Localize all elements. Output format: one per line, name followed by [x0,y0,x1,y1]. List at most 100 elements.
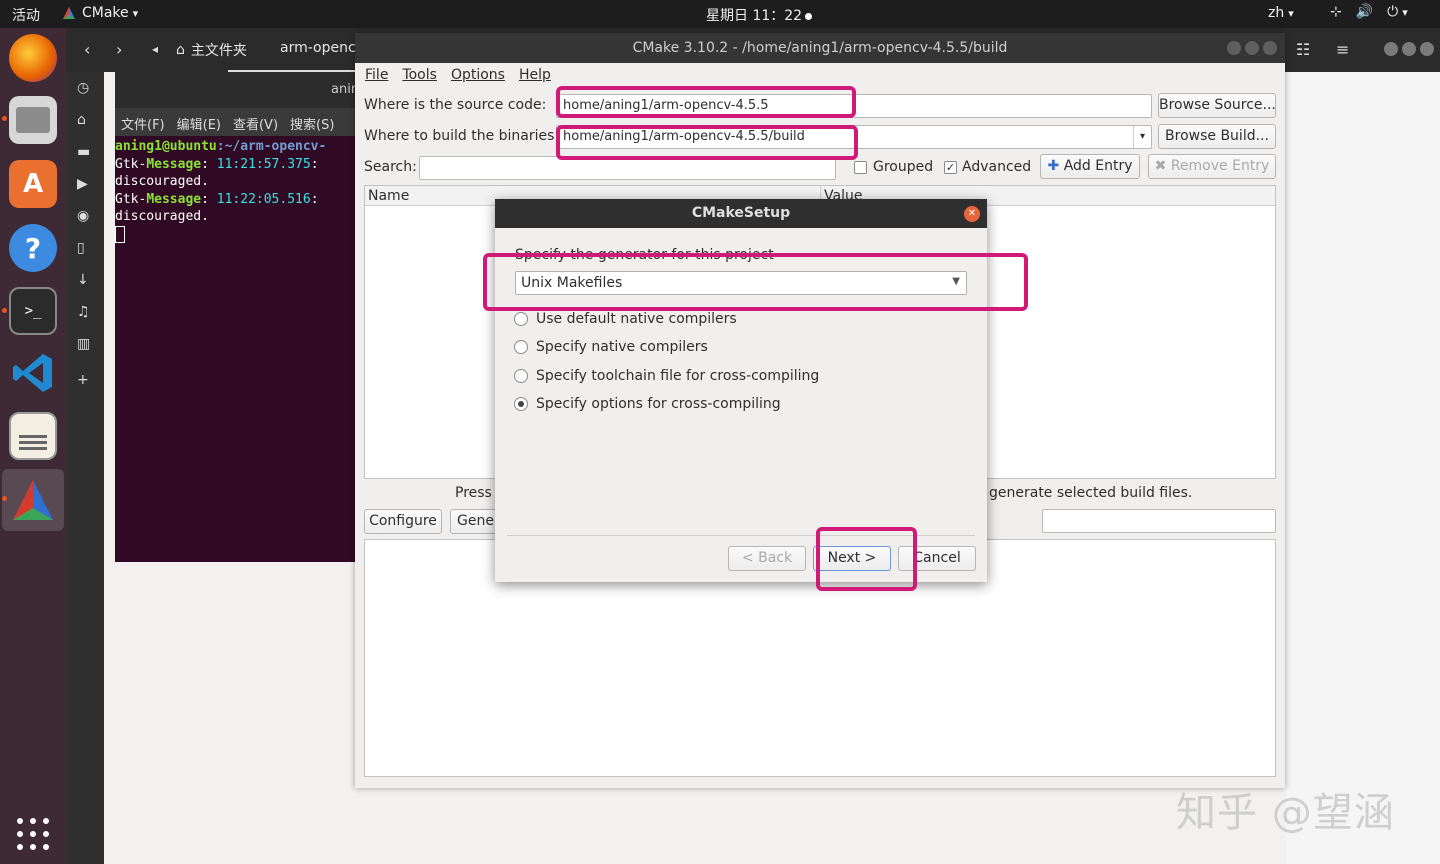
cmake-menubar: File Tools Options Help [355,63,1285,87]
recent-icon[interactable]: ◷ [77,80,89,96]
terminal-icon[interactable]: >_ [9,287,57,335]
cmake-titlebar: CMake 3.10.2 - /home/aning1/arm-opencv-4… [355,33,1285,63]
window-controls[interactable] [1380,42,1434,60]
firefox-icon[interactable] [9,34,57,82]
home-label: 主文件夹 [190,43,247,59]
status-text-right: generate selected build files. [989,485,1193,501]
close-icon[interactable] [1420,42,1434,56]
dialog-title: CMakeSetup [691,205,791,221]
grouped-checkbox[interactable] [854,161,867,174]
configure-button[interactable]: Configure [364,509,442,534]
home-icon[interactable]: ⌂ [77,112,86,128]
add-icon: ✚ [1047,158,1060,174]
power-icon: ⏻ [1387,4,1408,20]
input-method[interactable]: zh [1268,5,1294,21]
remove-icon: ✖ [1154,158,1167,174]
trash-icon[interactable]: ▥ [77,336,90,352]
app-menu[interactable]: CMake [62,5,138,21]
forward-icon[interactable]: › [116,40,122,59]
terminal-window[interactable]: anin 文件(F) 编辑(E) 查看(V) 搜索(S) aning1@ubun… [115,72,375,562]
file-manager-content [1286,72,1440,864]
maximize-icon[interactable] [1245,41,1259,55]
dock: A ? >_ [0,28,66,864]
radio-toolchain-file[interactable]: Specify toolchain file for cross-compili… [514,368,819,384]
chevron-down-icon[interactable]: ▾ [1133,126,1151,148]
cmake-icon[interactable] [9,476,57,524]
terminal-output: aning1@ubuntu:~/arm-opencv- Gtk-Message:… [115,138,375,243]
cmake-window-title: CMake 3.10.2 - /home/aning1/arm-opencv-4… [632,40,1008,56]
vscode-icon[interactable] [9,349,57,397]
menu-tools[interactable]: Tools [402,67,437,83]
menu-icon[interactable]: ≡ [1336,40,1349,59]
browse-build-button[interactable]: Browse Build... [1158,124,1276,149]
source-label: Where is the source code: [364,97,547,113]
browse-source-button[interactable]: Browse Source... [1158,93,1276,118]
running-indicator [2,496,7,501]
menu-options[interactable]: Options [451,67,505,83]
add-entry-button[interactable]: ✚ Add Entry [1040,154,1140,179]
menu-help[interactable]: Help [519,67,551,83]
path-crumb[interactable]: arm-opencv [280,40,364,56]
terminal-menu-view[interactable]: 查看(V) [233,114,278,133]
remove-entry-label: Remove Entry [1170,158,1270,174]
window-controls [1227,41,1277,55]
build-label: Where to build the binaries: [364,128,560,144]
camera-icon[interactable]: ◉ [77,208,89,224]
running-indicator [2,116,7,121]
radio-default-compilers[interactable]: Use default native compilers [514,311,737,327]
progress-field [1042,509,1276,533]
radio-button-selected[interactable] [514,397,528,411]
remove-entry-button[interactable]: ✖ Remove Entry [1148,154,1276,179]
radio-button[interactable] [514,312,528,326]
terminal-menu-file[interactable]: 文件(F) [121,114,165,133]
radio-button[interactable] [514,340,528,354]
radio-cross-options[interactable]: Specify options for cross-compiling [514,396,781,412]
clock-label: 星期日 11：22 [706,8,803,24]
show-apps-icon[interactable] [17,818,49,850]
network-icon: ⊹ [1330,4,1342,20]
grouped-label: Grouped [873,159,934,175]
terminal-line: discouraged. [115,209,209,224]
clock[interactable]: 星期日 11：22 [706,5,813,25]
radio-button[interactable] [514,369,528,383]
file-manager-sidebar: ◷ ⌂ ▬ ▶ ◉ ▯ ↓ ♫ ▥ + [66,72,104,864]
notification-dot [805,12,813,20]
terminal-menu-search[interactable]: 搜索(S) [290,114,334,133]
menu-file[interactable]: File [365,67,388,83]
terminal-menu-edit[interactable]: 编辑(E) [177,114,221,133]
back-button[interactable]: < Back [728,546,806,571]
text-editor-icon[interactable] [9,412,57,460]
home-icon: ⌂ [176,42,185,58]
app-menu-label: CMake [82,5,138,21]
add-entry-label: Add Entry [1063,158,1133,174]
files-icon[interactable] [9,96,57,144]
top-bar: 活动 CMake 星期日 11：22 zh ⊹ 🔊 ⏻ [0,0,1440,28]
running-indicator [2,308,7,313]
highlight-build-path [556,125,858,160]
add-location-icon[interactable]: + [77,372,89,388]
minimize-icon[interactable] [1384,42,1398,56]
radio-native-compilers[interactable]: Specify native compilers [514,339,708,355]
music-icon[interactable]: ♫ [77,304,90,320]
system-menu[interactable]: ⊹ 🔊 ⏻ [1330,4,1408,20]
folder-icon[interactable]: ▬ [77,144,90,160]
prompt-user: aning1@ubuntu [115,139,217,154]
video-icon[interactable]: ▶ [77,176,88,192]
terminal-line: Gtk-Message: 11:22:05.516: [115,191,319,207]
maximize-icon[interactable] [1402,42,1416,56]
view-toggle-icon[interactable]: ☷ [1296,40,1310,59]
path-home-button[interactable]: ⌂ 主文件夹 [176,40,247,60]
software-icon[interactable]: A [9,160,57,208]
back-icon[interactable]: ‹ [84,40,90,59]
terminal-cursor [115,225,125,243]
path-left-icon[interactable]: ◂ [152,42,158,56]
close-icon[interactable] [1263,41,1277,55]
help-icon[interactable]: ? [9,224,57,272]
download-icon[interactable]: ↓ [77,272,89,288]
activities-button[interactable]: 活动 [12,5,40,25]
document-icon[interactable]: ▯ [77,240,85,256]
close-icon[interactable]: ✕ [964,206,980,222]
minimize-icon[interactable] [1227,41,1241,55]
advanced-checkbox[interactable]: ✓ [944,161,957,174]
status-text-left: Press [455,485,492,501]
